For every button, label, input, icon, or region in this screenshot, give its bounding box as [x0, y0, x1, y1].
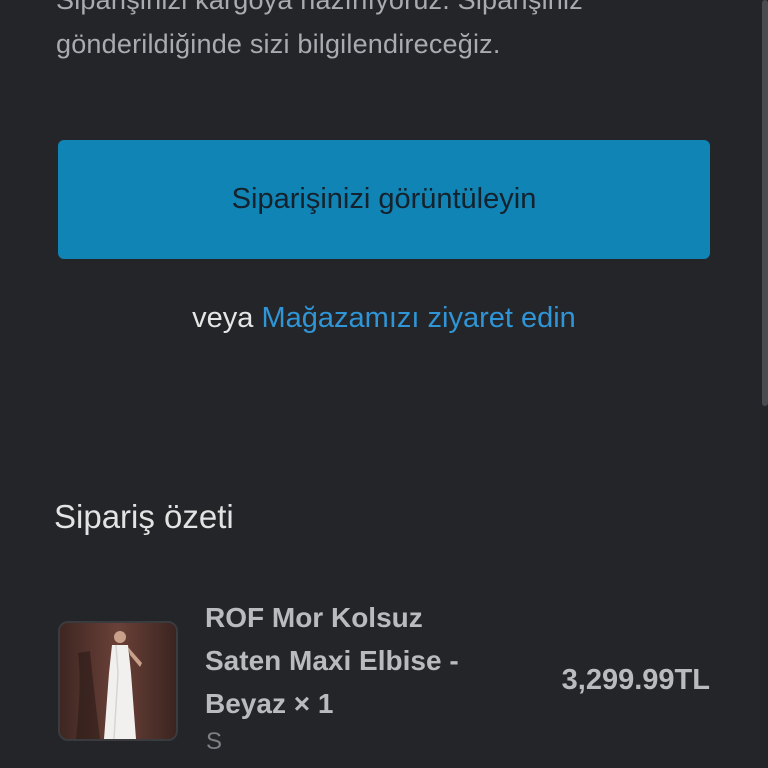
product-price: 3,299.99TL [561, 664, 710, 696]
view-order-button-label: Siparişinizi görüntüleyin [231, 183, 537, 215]
order-confirmation-page: Siparişinizi kargoya hazırlıyoruz. Sipar… [0, 0, 768, 768]
scrollbar[interactable] [762, 0, 768, 406]
view-order-button[interactable]: Siparişinizi görüntüleyin [58, 140, 710, 259]
product-variant: S [206, 728, 223, 755]
dress-photo-icon [60, 623, 176, 739]
product-image [58, 621, 178, 741]
order-summary-title: Sipariş özeti [54, 498, 234, 535]
alternative-action-line: veya Mağazamızı ziyaret edin [0, 296, 768, 340]
visit-store-link[interactable]: Mağazamızı ziyaret edin [262, 302, 576, 334]
or-text: veya [192, 302, 254, 334]
order-status-message: Siparişinizi kargoya hazırlıyoruz. Sipar… [56, 0, 583, 59]
product-name: ROF Mor Kolsuz Saten Maxi Elbise - Beyaz… [205, 602, 459, 719]
